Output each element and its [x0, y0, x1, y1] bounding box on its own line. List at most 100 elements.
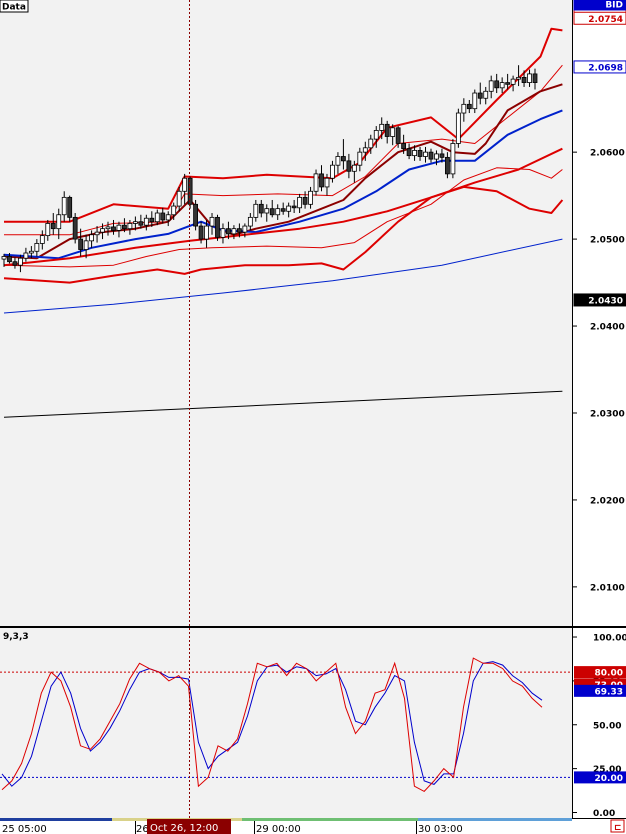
- candle-body: [280, 208, 286, 212]
- candle: [450, 139, 456, 179]
- candle-body: [351, 164, 357, 172]
- candle-body: [193, 203, 198, 227]
- candle-body: [494, 80, 500, 89]
- price-tick-label: 2.0300: [590, 409, 625, 419]
- candle-body: [455, 112, 461, 144]
- stochastic-tag: 80.00: [574, 666, 626, 679]
- candle-body: [45, 223, 51, 237]
- candle-body: [357, 151, 363, 166]
- scroll-end-icon[interactable]: ⊏: [614, 823, 622, 833]
- price-tag: BID: [573, 0, 626, 11]
- candle-body: [472, 92, 478, 110]
- price-tag-label: 2.0698: [588, 63, 623, 73]
- candle-body: [510, 78, 516, 85]
- candle-body: [253, 203, 259, 218]
- candle-body: [83, 240, 89, 250]
- candle-body: [466, 103, 472, 110]
- candle-body: [132, 221, 138, 224]
- candle-body: [242, 225, 248, 233]
- candle-body: [505, 82, 511, 85]
- candle-body: [297, 196, 303, 209]
- candle-body: [160, 212, 166, 221]
- price-tick-label: 2.0100: [590, 583, 625, 593]
- candle-body: [215, 216, 220, 238]
- candle-body: [373, 130, 379, 140]
- candle: [187, 176, 193, 209]
- candle-body: [428, 151, 434, 160]
- candle-body: [291, 205, 297, 209]
- candle-body: [275, 208, 281, 216]
- candle-body: [417, 150, 423, 157]
- candle-body: [330, 164, 335, 179]
- candle: [455, 108, 461, 148]
- candle-body: [368, 138, 374, 149]
- candle-body: [220, 228, 226, 238]
- time-label-3: 29 00:00: [256, 824, 301, 834]
- candle-body: [143, 217, 149, 226]
- candle-body: [532, 73, 538, 83]
- candle-body: [423, 151, 428, 157]
- candle: [193, 199, 198, 231]
- candle-body: [231, 228, 237, 235]
- stochastic-tag-label: 69.33: [595, 687, 623, 697]
- candle-body: [488, 80, 494, 92]
- candle-body: [264, 208, 270, 214]
- candle-body: [149, 217, 155, 223]
- price-tick-label: 2.0200: [590, 496, 625, 506]
- candle-body: [395, 127, 401, 144]
- candle: [215, 214, 220, 241]
- time-label-2: 26: [136, 824, 149, 834]
- candle-body: [477, 92, 483, 99]
- price-tag: 2.0430: [573, 293, 626, 307]
- candle-body: [39, 235, 45, 244]
- candle-body: [89, 234, 94, 242]
- candle-body: [56, 214, 62, 230]
- candle-body: [1, 256, 7, 260]
- candle-body: [182, 177, 188, 192]
- candle-body: [434, 153, 439, 160]
- candle-body: [499, 82, 505, 89]
- candle-body: [527, 73, 532, 83]
- candle-body: [236, 228, 242, 233]
- candle-body: [346, 160, 352, 172]
- stochastic-tag-label: 80.00: [595, 669, 623, 679]
- candle-body: [401, 143, 407, 150]
- candle-body: [72, 216, 78, 240]
- candle-body: [521, 76, 527, 83]
- stochastic-tag: 69.33: [574, 684, 626, 697]
- candle-body: [23, 252, 29, 259]
- price-tick-label: 2.0400: [590, 323, 625, 333]
- crosshair-time-label: Oct 26, 12:00: [150, 823, 218, 834]
- candle-body: [362, 147, 368, 153]
- candle-body: [198, 225, 204, 240]
- candle-body: [78, 238, 84, 250]
- candle-body: [28, 250, 34, 254]
- time-axis-strip-green: [242, 818, 418, 821]
- candle-body: [412, 150, 417, 157]
- candle-body: [516, 76, 521, 80]
- candle-body: [176, 190, 182, 207]
- candle-body: [127, 223, 133, 230]
- candle-body: [483, 90, 489, 99]
- price-tag: 2.0754: [573, 11, 626, 25]
- candle-body: [286, 205, 292, 212]
- candle-body: [122, 224, 127, 230]
- candle: [72, 213, 78, 244]
- chart-window: 2.0600 2.0500 2.0400 2.0300 2.0200 2.0100 100…: [0, 0, 626, 834]
- main-pane-title: Data: [2, 3, 26, 13]
- candle-body: [313, 173, 319, 192]
- forex-chart: 2.0600 2.0500 2.0400 2.0300 2.0200 2.0100 100…: [0, 0, 626, 834]
- candle-body: [204, 225, 209, 240]
- candle-body: [18, 257, 23, 266]
- time-label-4: 30 03:00: [418, 824, 463, 834]
- stochastic-tick-label: 0.00: [593, 809, 615, 819]
- candle-body: [116, 224, 122, 231]
- candle-body: [138, 221, 144, 226]
- candle-body: [302, 196, 308, 205]
- candle-body: [390, 127, 396, 137]
- candle-body: [341, 156, 346, 162]
- stochastic-tag: 20.00: [574, 771, 626, 784]
- candle-body: [209, 216, 215, 227]
- price-tag-label: 2.0430: [588, 296, 623, 306]
- candle-body: [67, 196, 73, 218]
